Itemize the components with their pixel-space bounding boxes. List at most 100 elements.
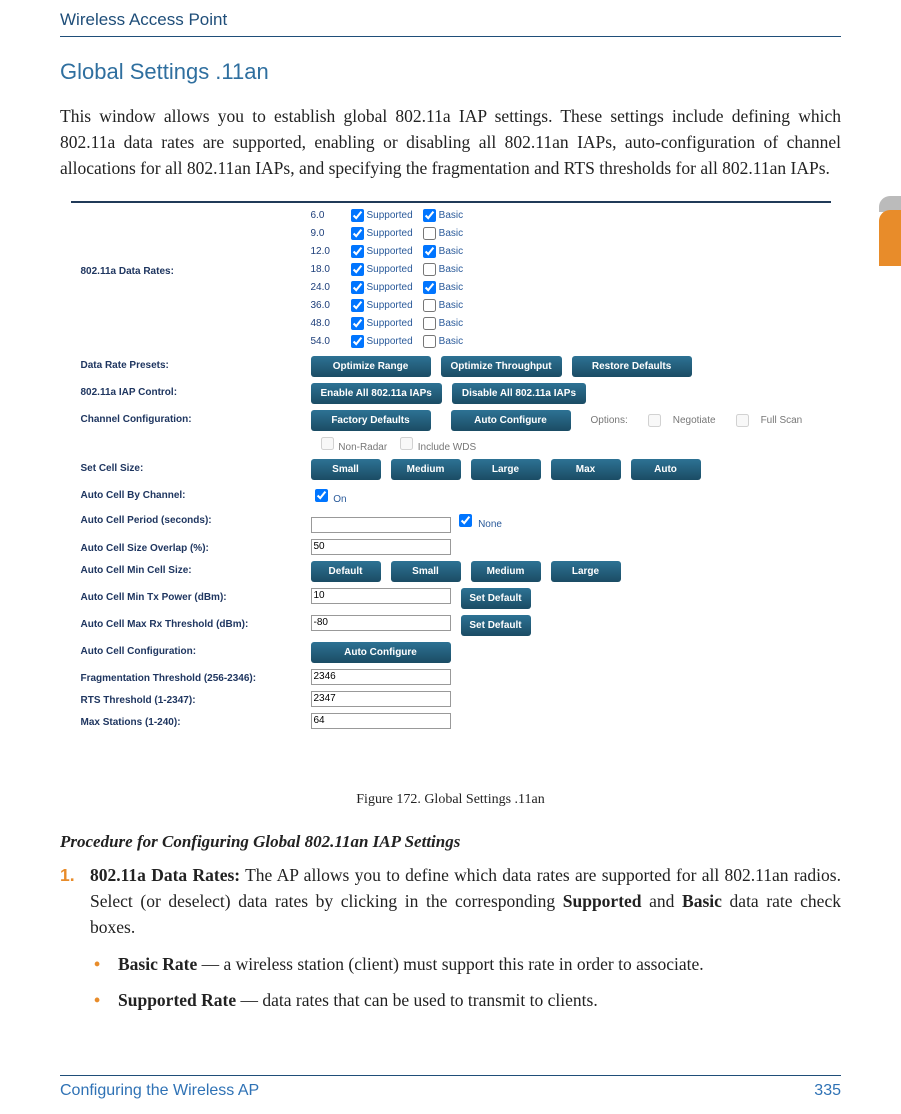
basic-rate-term: Basic Rate (118, 954, 197, 974)
rate-basic-checkbox[interactable] (423, 209, 436, 222)
rate-basic-label: Basic (439, 210, 463, 221)
rate-supported-checkbox[interactable] (351, 299, 364, 312)
page-header: Wireless Access Point (60, 0, 841, 37)
restore-defaults-button[interactable]: Restore Defaults (572, 356, 692, 377)
non-radar-label: Non-Radar (338, 442, 387, 453)
label-auto-cell-min-tx: Auto Cell Min Tx Power (dBm): (71, 588, 311, 603)
auto-cell-max-rx-input[interactable] (311, 615, 451, 631)
rate-basic-label: Basic (439, 228, 463, 239)
include-wds-checkbox[interactable] (400, 437, 413, 450)
footer-left: Configuring the Wireless AP (60, 1082, 259, 1100)
rate-row: 24.0SupportedBasic (311, 278, 831, 296)
rate-row: 18.0SupportedBasic (311, 260, 831, 278)
rate-basic-label: Basic (439, 318, 463, 329)
step-1: 1. 802.11a Data Rates: The AP allows you… (90, 862, 841, 1013)
footer-page-number: 335 (814, 1082, 841, 1100)
rate-supported-checkbox[interactable] (351, 281, 364, 294)
rate-basic-checkbox[interactable] (423, 227, 436, 240)
rate-supported-label: Supported (367, 318, 413, 329)
rate-row: 48.0SupportedBasic (311, 314, 831, 332)
rate-supported-label: Supported (367, 210, 413, 221)
optimize-throughput-button[interactable]: Optimize Throughput (441, 356, 562, 377)
auto-cell-overlap-input[interactable] (311, 539, 451, 555)
max-rx-set-default-button[interactable]: Set Default (461, 615, 531, 636)
label-data-rates: 802.11a Data Rates: (71, 206, 311, 277)
step-1-number: 1. (60, 862, 75, 888)
min-cell-medium-button[interactable]: Medium (471, 561, 541, 582)
rate-value: 24.0 (311, 282, 351, 293)
rate-row: 9.0SupportedBasic (311, 224, 831, 242)
rate-value: 36.0 (311, 300, 351, 311)
rate-value: 12.0 (311, 246, 351, 257)
figure-caption: Figure 172. Global Settings .11an (60, 792, 841, 808)
rate-supported-checkbox[interactable] (351, 335, 364, 348)
section-title: Global Settings .11an (60, 59, 841, 85)
auto-cell-min-tx-input[interactable] (311, 588, 451, 604)
negotiate-checkbox[interactable] (648, 414, 661, 427)
label-auto-cell-min-cell: Auto Cell Min Cell Size: (71, 561, 311, 576)
auto-cell-by-channel-checkbox[interactable] (315, 489, 328, 502)
min-cell-large-button[interactable]: Large (551, 561, 621, 582)
rate-supported-checkbox[interactable] (351, 227, 364, 240)
rate-supported-checkbox[interactable] (351, 317, 364, 330)
enable-all-iaps-button[interactable]: Enable All 802.11a IAPs (311, 383, 442, 404)
disable-all-iaps-button[interactable]: Disable All 802.11a IAPs (452, 383, 586, 404)
rate-value: 6.0 (311, 210, 351, 221)
rate-supported-label: Supported (367, 228, 413, 239)
rate-basic-label: Basic (439, 282, 463, 293)
rate-supported-checkbox[interactable] (351, 209, 364, 222)
auto-cell-period-none-checkbox[interactable] (459, 514, 472, 527)
auto-cell-on-label: On (333, 494, 346, 505)
step-1-sub-2: • Supported Rate — data rates that can b… (118, 987, 841, 1013)
rate-basic-checkbox[interactable] (423, 335, 436, 348)
label-frag: Fragmentation Threshold (256-2346): (71, 669, 311, 684)
auto-cell-period-input[interactable] (311, 517, 451, 533)
cell-small-button[interactable]: Small (311, 459, 381, 480)
step-1-strong: 802.11a Data Rates: (90, 865, 240, 885)
rate-basic-checkbox[interactable] (423, 299, 436, 312)
rate-row: 12.0SupportedBasic (311, 242, 831, 260)
step-1-basic-word: Basic (682, 891, 722, 911)
page-footer: Configuring the Wireless AP 335 (60, 1075, 841, 1100)
cell-large-button[interactable]: Large (471, 459, 541, 480)
cell-medium-button[interactable]: Medium (391, 459, 461, 480)
full-scan-checkbox[interactable] (736, 414, 749, 427)
rate-supported-label: Supported (367, 336, 413, 347)
label-auto-cell-max-rx: Auto Cell Max Rx Threshold (dBm): (71, 615, 311, 630)
label-presets: Data Rate Presets: (71, 356, 311, 371)
rate-supported-label: Supported (367, 300, 413, 311)
bullet-icon: • (94, 987, 100, 1013)
rts-threshold-input[interactable] (311, 691, 451, 707)
cell-max-button[interactable]: Max (551, 459, 621, 480)
thumb-tab-orange (879, 210, 901, 266)
rate-supported-checkbox[interactable] (351, 245, 364, 258)
rate-basic-checkbox[interactable] (423, 281, 436, 294)
rate-supported-checkbox[interactable] (351, 263, 364, 276)
cell-auto-button[interactable]: Auto (631, 459, 701, 480)
optimize-range-button[interactable]: Optimize Range (311, 356, 431, 377)
max-stations-input[interactable] (311, 713, 451, 729)
frag-threshold-input[interactable] (311, 669, 451, 685)
basic-rate-desc: — a wireless station (client) must suppo… (197, 954, 703, 974)
factory-defaults-button[interactable]: Factory Defaults (311, 410, 431, 431)
min-tx-set-default-button[interactable]: Set Default (461, 588, 531, 609)
step-1-and: and (642, 891, 683, 911)
auto-cell-period-none-label: None (478, 519, 502, 530)
rate-basic-label: Basic (439, 300, 463, 311)
rate-basic-label: Basic (439, 336, 463, 347)
min-cell-default-button[interactable]: Default (311, 561, 381, 582)
rate-value: 54.0 (311, 336, 351, 347)
label-iap-control: 802.11a IAP Control: (71, 383, 311, 398)
auto-configure-channel-button[interactable]: Auto Configure (451, 410, 571, 431)
rate-basic-checkbox[interactable] (423, 263, 436, 276)
intro-paragraph: This window allows you to establish glob… (60, 103, 841, 182)
rate-row: 54.0 Supported Basic (311, 332, 831, 350)
step-1-supported-word: Supported (563, 891, 642, 911)
label-rts: RTS Threshold (1-2347): (71, 691, 311, 706)
supported-rate-desc: — data rates that can be used to transmi… (236, 990, 598, 1010)
min-cell-small-button[interactable]: Small (391, 561, 461, 582)
rate-basic-checkbox[interactable] (423, 317, 436, 330)
rate-basic-checkbox[interactable] (423, 245, 436, 258)
auto-cell-auto-configure-button[interactable]: Auto Configure (311, 642, 451, 663)
non-radar-checkbox[interactable] (321, 437, 334, 450)
